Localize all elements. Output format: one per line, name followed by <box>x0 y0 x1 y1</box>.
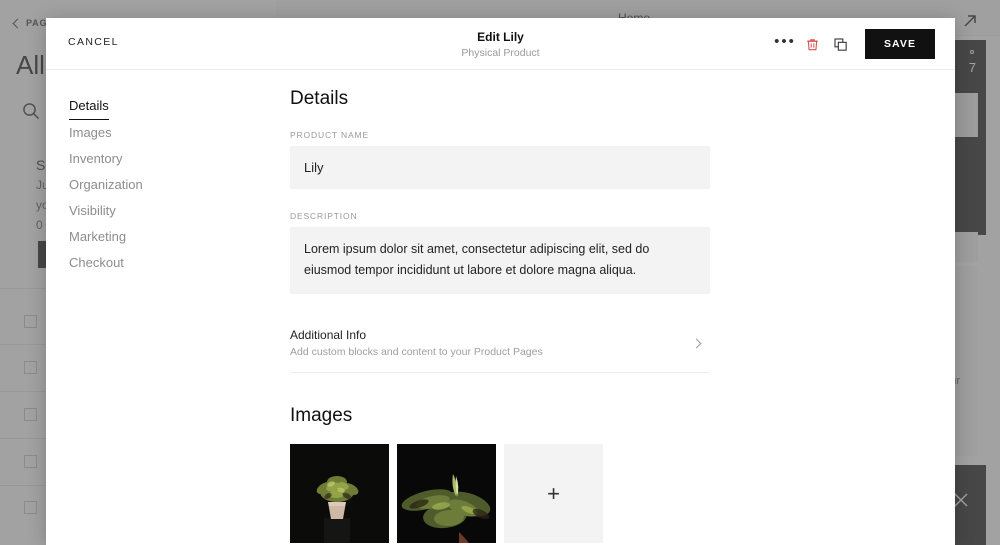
product-image-2[interactable] <box>397 444 496 543</box>
nav-item-visibility[interactable]: Visibility <box>69 199 270 225</box>
nav-item-images[interactable]: Images <box>69 121 270 147</box>
product-image-1[interactable] <box>290 444 389 543</box>
edit-product-modal: CANCEL Edit Lily Physical Product ••• SA… <box>46 18 955 545</box>
nav-item-label: Visibility <box>69 203 116 218</box>
trash-icon[interactable] <box>799 29 827 59</box>
description-label: DESCRIPTION <box>290 211 358 221</box>
nav-item-label: Images <box>69 125 112 140</box>
nav-item-label: Details <box>69 94 109 120</box>
nav-item-organization[interactable]: Organization <box>69 173 270 199</box>
nav-item-label: Organization <box>69 177 143 192</box>
additional-info-title: Additional Info <box>290 328 367 342</box>
add-image-button[interactable]: + <box>504 444 603 543</box>
nav-item-inventory[interactable]: Inventory <box>69 147 270 173</box>
nav-item-details[interactable]: Details <box>69 94 270 121</box>
plus-icon: + <box>547 480 560 506</box>
description-textarea[interactable]: Lorem ipsum dolor sit amet, consectetur … <box>290 227 710 294</box>
images-heading: Images <box>290 405 353 426</box>
nav-item-checkout[interactable]: Checkout <box>69 251 270 277</box>
nav-item-label: Marketing <box>69 229 127 244</box>
modal-content: Details PRODUCT NAME DESCRIPTION Lorem i… <box>270 70 955 545</box>
nav-item-marketing[interactable]: Marketing <box>69 225 270 251</box>
additional-info-row[interactable]: Additional Info Add custom blocks and co… <box>290 315 710 373</box>
modal-header: CANCEL Edit Lily Physical Product ••• SA… <box>46 18 955 70</box>
modal-body: Details Images Inventory Organization Vi… <box>46 70 955 545</box>
duplicate-icon[interactable] <box>827 29 855 59</box>
nav-item-label: Inventory <box>69 151 123 166</box>
ellipsis-icon[interactable]: ••• <box>771 29 799 59</box>
chevron-right-icon <box>691 338 702 349</box>
product-name-label: PRODUCT NAME <box>290 130 369 140</box>
nav-item-label: Checkout <box>69 255 124 270</box>
modal-actions: ••• SAVE <box>771 29 935 59</box>
details-heading: Details <box>290 88 349 109</box>
additional-info-subtitle: Add custom blocks and content to your Pr… <box>290 346 543 358</box>
save-button[interactable]: SAVE <box>864 29 935 59</box>
modal-nav: Details Images Inventory Organization Vi… <box>46 70 270 545</box>
image-thumbnail-grid: + <box>290 444 710 543</box>
product-name-input[interactable] <box>290 146 710 189</box>
